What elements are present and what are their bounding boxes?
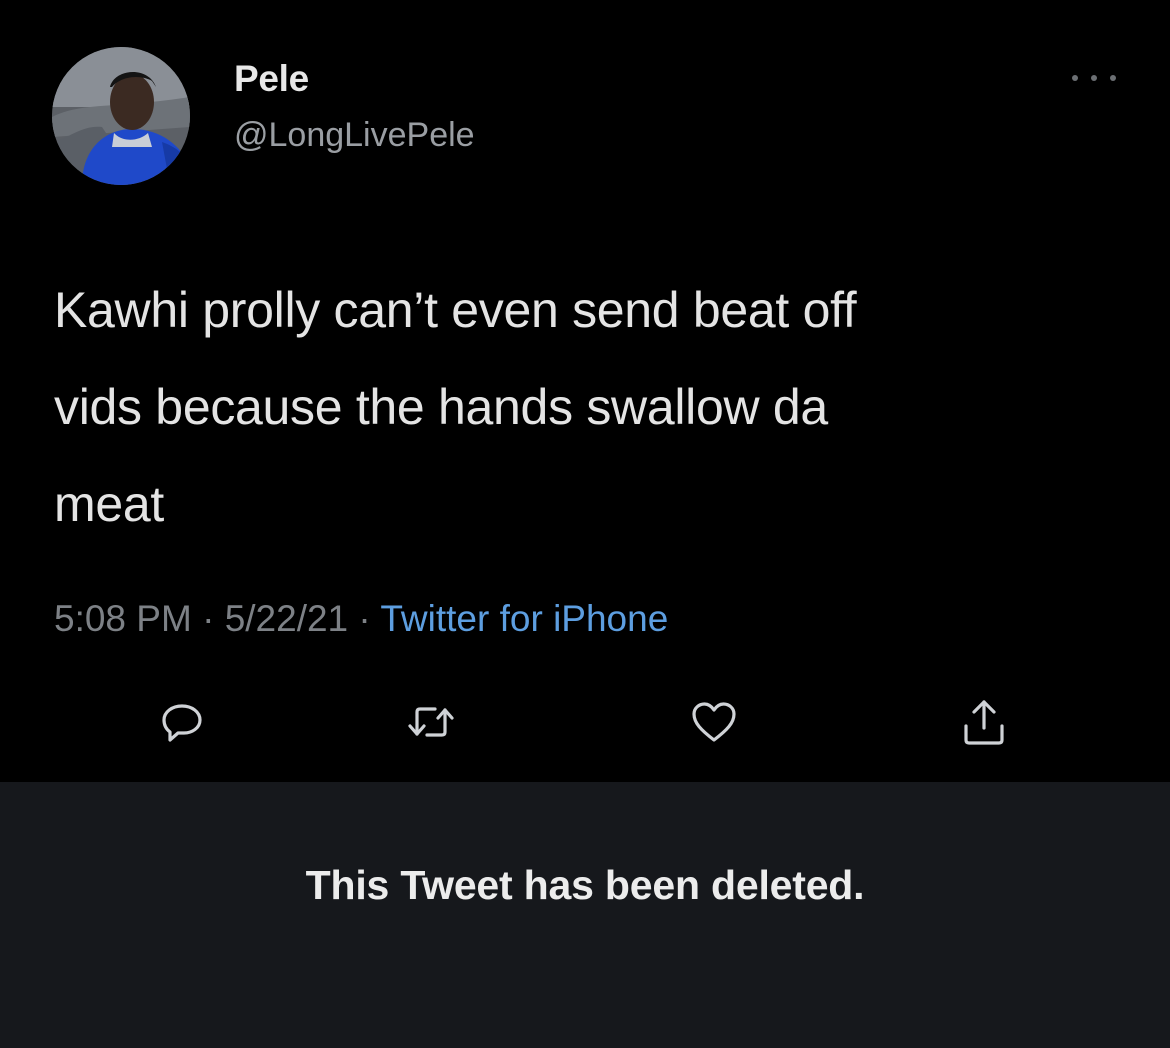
retweet-button[interactable] bbox=[399, 690, 463, 754]
tweet-time[interactable]: 5:08 PM bbox=[54, 598, 192, 639]
tweet-text-line: vids because the hands swallow da bbox=[54, 379, 828, 435]
tweet-card: Pele @LongLivePele Kawhi prolly can’t ev… bbox=[0, 0, 1170, 782]
tweet-date[interactable]: 5/22/21 bbox=[225, 598, 348, 639]
tweet-text-line: Kawhi prolly can’t even send beat off bbox=[54, 282, 857, 338]
meta-separator: · bbox=[358, 598, 371, 639]
reply-button[interactable] bbox=[150, 690, 214, 754]
tweet-text-line: meat bbox=[54, 476, 164, 532]
avatar[interactable] bbox=[52, 47, 190, 185]
tweet-text: Kawhi prolly can’t even send beat off vi… bbox=[54, 262, 1114, 553]
like-button[interactable] bbox=[682, 690, 746, 754]
tweet-metadata: 5:08 PM · 5/22/21 · Twitter for iPhone bbox=[54, 598, 668, 640]
heart-icon bbox=[692, 702, 736, 742]
share-icon bbox=[964, 700, 1004, 745]
deleted-tweet-panel bbox=[0, 782, 1170, 1048]
reply-icon bbox=[162, 704, 202, 742]
more-dot bbox=[1091, 75, 1097, 81]
tweet-actions-bar bbox=[0, 690, 1170, 754]
more-dot bbox=[1072, 75, 1078, 81]
username-handle[interactable]: @LongLivePele bbox=[234, 116, 475, 155]
meta-separator: · bbox=[202, 598, 215, 639]
more-dot bbox=[1110, 75, 1116, 81]
deleted-tweet-notice: This Tweet has been deleted. bbox=[305, 862, 865, 908]
retweet-icon bbox=[408, 707, 454, 737]
share-button[interactable] bbox=[952, 690, 1016, 754]
more-horizontal-icon[interactable] bbox=[1072, 66, 1116, 90]
tweet-source-link[interactable]: Twitter for iPhone bbox=[380, 598, 668, 639]
display-name[interactable]: Pele bbox=[234, 58, 309, 100]
